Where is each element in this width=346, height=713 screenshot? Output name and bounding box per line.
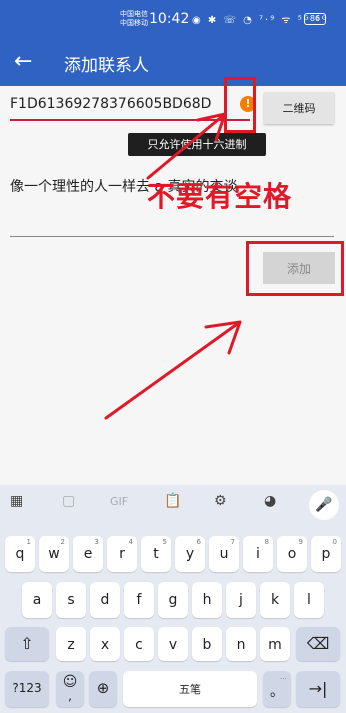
key-hint: 8 [264, 538, 269, 546]
gear-icon[interactable]: ⚙ [214, 493, 227, 509]
key-p[interactable]: 0p [311, 536, 341, 572]
key-label: l [307, 592, 311, 608]
annotation-text: 不要有空格 [147, 180, 293, 213]
grid-icon[interactable]: ▦ [10, 493, 23, 509]
key-label: d [100, 592, 110, 608]
key-g[interactable]: g [158, 582, 188, 618]
key-hint: 3 [94, 538, 99, 546]
key-label: x [100, 637, 110, 653]
key-label: v [168, 637, 178, 653]
key-o[interactable]: 9o [277, 536, 307, 572]
annotation-arrow-1 [146, 112, 227, 180]
key-label: z [67, 637, 75, 653]
key-z[interactable]: z [56, 627, 86, 661]
symbols-key[interactable]: ?123 [5, 671, 49, 707]
key-label: s [67, 592, 75, 608]
key-u[interactable]: 7u [209, 536, 239, 572]
key-label: b [202, 637, 212, 653]
clipboard-icon[interactable]: 📋 [164, 493, 181, 509]
annotation-arrow-2 [104, 320, 242, 420]
key-hint: 2 [60, 538, 65, 546]
key-label: n [236, 637, 246, 653]
key-d[interactable]: d [90, 582, 120, 618]
key-n[interactable]: n [226, 627, 256, 661]
key-a[interactable]: a [22, 582, 52, 618]
backspace-key[interactable]: ⌫ [296, 627, 340, 661]
key-hint: 4 [128, 538, 133, 546]
key-label: y [185, 546, 195, 562]
add-button-highlight-box [246, 241, 344, 296]
period-key[interactable]: …。 [263, 671, 291, 707]
key-label: j [239, 592, 243, 608]
key-i[interactable]: 8i [243, 536, 273, 572]
globe-icon[interactable]: ⊕ [89, 671, 117, 707]
key-k[interactable]: k [260, 582, 290, 618]
key-t[interactable]: 5t [141, 536, 171, 572]
key-l[interactable]: l [294, 582, 324, 618]
mic-icon[interactable]: 🎤 [309, 490, 339, 520]
shift-key[interactable]: ⇧ [5, 627, 49, 661]
key-e[interactable]: 3e [73, 536, 103, 572]
key-label: f [136, 592, 142, 608]
key-label: o [287, 546, 297, 562]
space-key[interactable]: 五笔 [123, 671, 257, 707]
key-v[interactable]: v [158, 627, 188, 661]
key-f[interactable]: f [124, 582, 154, 618]
key-s[interactable]: s [56, 582, 86, 618]
key-label: m [268, 637, 282, 653]
key-label: h [202, 592, 212, 608]
key-hint: 0 [332, 538, 337, 546]
key-m[interactable]: m [260, 627, 290, 661]
enter-key[interactable]: →| [296, 671, 340, 707]
gif-button[interactable]: GIF [110, 495, 128, 508]
key-label: g [168, 592, 178, 608]
key-y[interactable]: 6y [175, 536, 205, 572]
key-label: t [153, 546, 159, 562]
key-label: u [219, 546, 229, 562]
key-x[interactable]: x [90, 627, 120, 661]
key-h[interactable]: h [192, 582, 222, 618]
emoji-key[interactable]: ☺, [56, 671, 84, 707]
warning-highlight-box [224, 77, 256, 133]
key-w[interactable]: 2w [39, 536, 69, 572]
palette-icon[interactable]: ◕ [264, 493, 276, 509]
key-label: c [135, 637, 143, 653]
key-b[interactable]: b [192, 627, 222, 661]
key-label: p [321, 546, 331, 562]
key-label: r [119, 546, 125, 562]
key-label: k [270, 592, 280, 608]
key-label: q [15, 546, 25, 562]
key-hint: 9 [298, 538, 303, 546]
key-r[interactable]: 4r [107, 536, 137, 572]
key-label: i [256, 546, 260, 562]
key-q[interactable]: 1q [5, 536, 35, 572]
key-j[interactable]: j [226, 582, 256, 618]
key-hint: 7 [230, 538, 235, 546]
key-label: e [83, 546, 93, 562]
key-hint: 5 [162, 538, 167, 546]
key-label: a [32, 592, 42, 608]
key-hint: 6 [196, 538, 201, 546]
key-hint: 1 [26, 538, 31, 546]
key-c[interactable]: c [124, 627, 154, 661]
key-label: w [48, 546, 60, 562]
sticker-icon[interactable]: ▢ [62, 493, 75, 509]
